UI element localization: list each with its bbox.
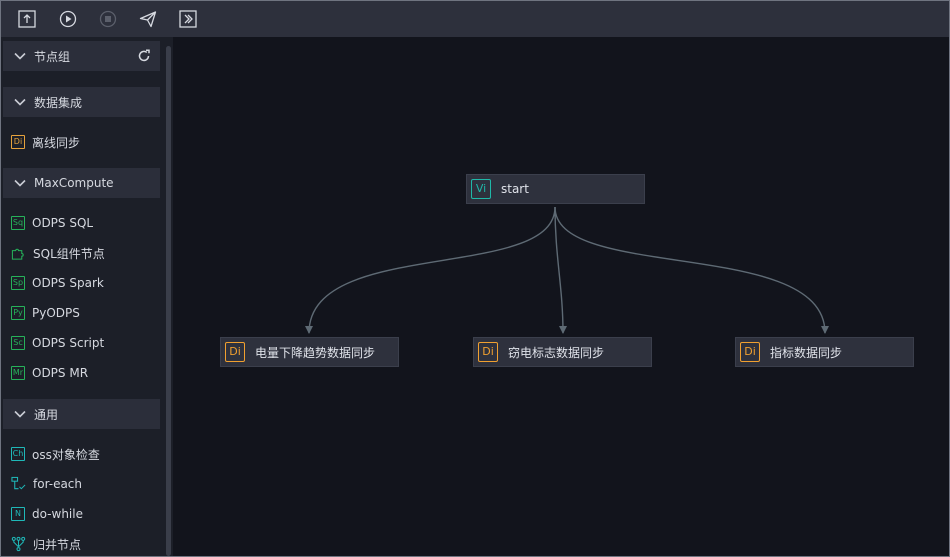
flow-node-label: 电量下降趋势数据同步 xyxy=(255,345,376,360)
sidebar-item-odps-sql[interactable]: Sq ODPS SQL xyxy=(11,213,93,233)
odps-sql-icon: Sq xyxy=(11,216,25,230)
flow-node-label: 指标数据同步 xyxy=(770,345,843,360)
chevron-down-icon xyxy=(14,52,26,60)
submit-icon[interactable] xyxy=(17,9,37,29)
sidebar-item-label: for-each xyxy=(33,477,83,491)
arrow-icon xyxy=(821,326,829,334)
group-header-maxcompute[interactable]: MaxCompute xyxy=(3,168,160,198)
odps-spark-icon: Sp xyxy=(11,276,25,290)
sidebar-scrollbar[interactable] xyxy=(166,46,171,556)
edge-start-to-metric-sync xyxy=(554,206,826,334)
sidebar-item-label: ODPS SQL xyxy=(32,216,94,230)
workflow-canvas[interactable]: Vi start Di 电量下降趋势数据同步 Di 窃电标志数据同步 Di 指标… xyxy=(179,37,949,556)
flow-node-theft-sync[interactable]: Di 窃电标志数据同步 xyxy=(473,337,652,367)
di-icon: Di xyxy=(478,342,498,362)
group-label: 通用 xyxy=(34,407,59,422)
sidebar-item-label: ODPS Spark xyxy=(32,276,104,290)
odps-script-icon: Sc xyxy=(11,336,25,350)
oss-check-icon: Ch xyxy=(11,447,25,461)
refresh-icon[interactable] xyxy=(137,49,151,63)
sidebar-item-merge-node[interactable]: 归并节点 xyxy=(11,534,81,554)
group-label: MaxCompute xyxy=(34,176,114,190)
sidebar-item-label: PyODPS xyxy=(32,306,80,320)
arrow-icon xyxy=(559,326,567,334)
sidebar-item-label: ODPS MR xyxy=(32,366,89,380)
sidebar-item-label: do-while xyxy=(32,507,83,521)
flow-node-trend-sync[interactable]: Di 电量下降趋势数据同步 xyxy=(220,337,399,367)
stop-icon[interactable] xyxy=(98,9,118,29)
sidebar-item-label: ODPS Script xyxy=(32,336,105,350)
group-label: 数据集成 xyxy=(34,95,83,110)
goto-ops-icon[interactable] xyxy=(178,9,198,29)
sidebar-item-odps-spark[interactable]: Sp ODPS Spark xyxy=(11,273,104,293)
edge-layer xyxy=(305,206,829,334)
sidebar-item-oss-check[interactable]: Ch oss对象检查 xyxy=(11,444,100,464)
for-each-icon xyxy=(11,476,26,490)
sidebar-item-do-while[interactable]: N do-while xyxy=(11,504,83,524)
toolbar xyxy=(1,1,949,37)
group-label: 节点组 xyxy=(34,49,71,64)
sidebar-item-offline-sync[interactable]: Di 离线同步 xyxy=(11,132,80,152)
chevron-down-icon xyxy=(14,179,26,187)
flow-node-start[interactable]: Vi start xyxy=(466,174,645,204)
sidebar-item-sql-component[interactable]: SQL组件节点 xyxy=(11,243,105,263)
app-window: 节点组 数据集成 Di 离线同步 MaxCompute Sq ODPS SQL … xyxy=(0,0,950,557)
group-header-data-integration[interactable]: 数据集成 xyxy=(3,87,160,117)
sidebar-item-odps-script[interactable]: Sc ODPS Script xyxy=(11,333,104,353)
odps-mr-icon: Mr xyxy=(11,366,25,380)
puzzle-icon xyxy=(11,248,24,260)
flow-node-label: start xyxy=(501,182,529,196)
di-icon: Di xyxy=(225,342,245,362)
sidebar-item-odps-mr[interactable]: Mr ODPS MR xyxy=(11,363,88,383)
arrow-icon xyxy=(305,326,313,334)
sidebar-item-label: oss对象检查 xyxy=(32,447,100,462)
chevron-down-icon xyxy=(14,410,26,418)
sidebar-item-pyodps[interactable]: Py PyODPS xyxy=(11,303,80,323)
merge-icon xyxy=(11,536,26,552)
di-icon: Di xyxy=(740,342,760,362)
run-icon[interactable] xyxy=(58,9,78,29)
edge-start-to-trend-sync xyxy=(308,206,556,334)
do-while-icon: N xyxy=(11,507,25,521)
flow-node-label: 窃电标志数据同步 xyxy=(508,345,605,360)
sidebar-item-for-each[interactable]: for-each xyxy=(11,474,82,494)
sidebar-item-label: SQL组件节点 xyxy=(33,246,105,261)
sidebar-item-label: 归并节点 xyxy=(33,537,82,552)
chevron-down-icon xyxy=(14,98,26,106)
group-header-general[interactable]: 通用 xyxy=(3,399,160,429)
flow-node-metric-sync[interactable]: Di 指标数据同步 xyxy=(735,337,914,367)
sidebar-item-label: 离线同步 xyxy=(32,135,81,150)
di-icon: Di xyxy=(11,135,25,149)
group-header-node-group[interactable]: 节点组 xyxy=(3,41,160,71)
virtual-node-icon: Vi xyxy=(471,179,491,199)
pyodps-icon: Py xyxy=(11,306,25,320)
publish-icon[interactable] xyxy=(138,9,158,29)
